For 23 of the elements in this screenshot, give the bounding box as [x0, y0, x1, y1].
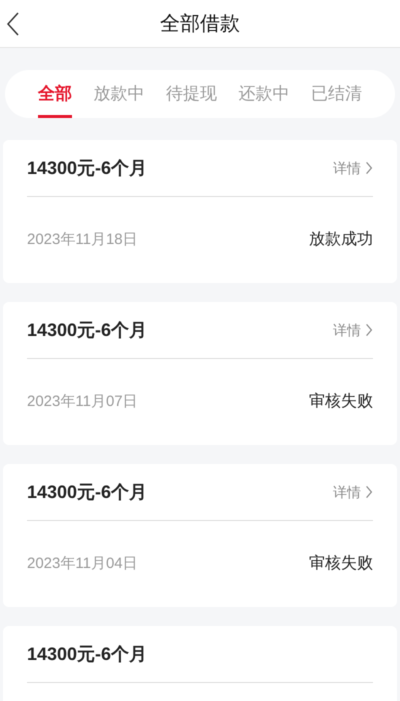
loan-title: 14300元-6个月	[27, 480, 148, 504]
loan-date: 2023年11月18日	[27, 230, 138, 250]
chevron-icon	[365, 161, 373, 175]
chevron-icon	[365, 323, 373, 337]
loan-title: 14300元-6个月	[27, 642, 148, 666]
loan-title: 14300元-6个月	[27, 318, 148, 342]
loan-status: 审核失败	[309, 554, 373, 574]
loan-status: 审核失败	[309, 392, 373, 412]
loan-date: 2023年11月07日	[27, 392, 138, 412]
page-title: 全部借款	[160, 12, 240, 36]
tab[interactable]: 还款中	[238, 70, 290, 118]
loan-title: 14300元-6个月	[27, 156, 148, 180]
details-link[interactable]: 详情	[333, 320, 373, 340]
chevron-icon	[365, 485, 373, 499]
tab[interactable]: 全部	[38, 70, 72, 118]
tab[interactable]: 待提现	[166, 70, 217, 118]
back-icon	[7, 12, 19, 36]
details-link[interactable]: 详情	[333, 158, 373, 178]
tab[interactable]: 放款中	[94, 70, 144, 118]
details-link[interactable]: 详情	[333, 482, 373, 502]
tab[interactable]: 已结清	[311, 70, 362, 118]
loan-status: 放款成功	[309, 230, 373, 250]
loan-date: 2023年11月04日	[27, 554, 138, 574]
